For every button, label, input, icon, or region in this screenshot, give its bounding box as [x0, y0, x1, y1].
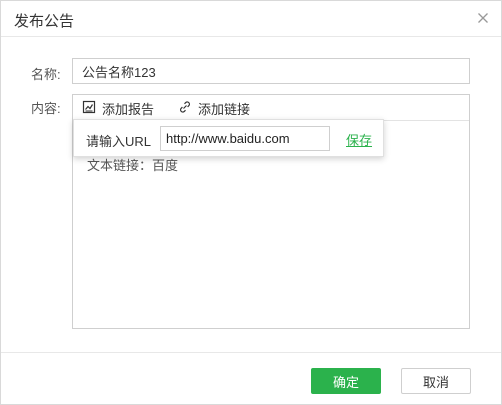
name-input[interactable] [72, 58, 470, 84]
dialog-titlebar: 发布公告 [1, 1, 501, 37]
save-link[interactable]: 保存 [346, 130, 372, 149]
url-input[interactable] [160, 126, 330, 151]
add-report-label: 添加报告 [102, 101, 155, 117]
add-link-button[interactable]: 添加链接 [178, 99, 250, 117]
dialog-title: 发布公告 [14, 13, 75, 30]
editor-text: 文本链接：百度 [87, 158, 179, 173]
url-popup: 请输入URL 保存 [73, 119, 384, 157]
content-label: 内容: [31, 101, 61, 116]
confirm-button[interactable]: 确定 [311, 368, 381, 394]
add-report-button[interactable]: 添加报告 [82, 99, 154, 117]
editor-toolbar: 添加报告 添加链接 [73, 95, 469, 121]
chart-box-icon [82, 100, 102, 117]
add-link-label: 添加链接 [198, 101, 251, 117]
url-label: 请输入URL [86, 134, 152, 149]
name-label: 名称: [31, 67, 61, 82]
close-icon[interactable] [475, 10, 491, 26]
link-icon [178, 100, 198, 117]
cancel-button[interactable]: 取消 [401, 368, 471, 394]
dialog-footer: 确定 取消 [1, 352, 501, 404]
publish-announcement-dialog: 发布公告 名称: 内容: 添加报告 [0, 0, 502, 405]
